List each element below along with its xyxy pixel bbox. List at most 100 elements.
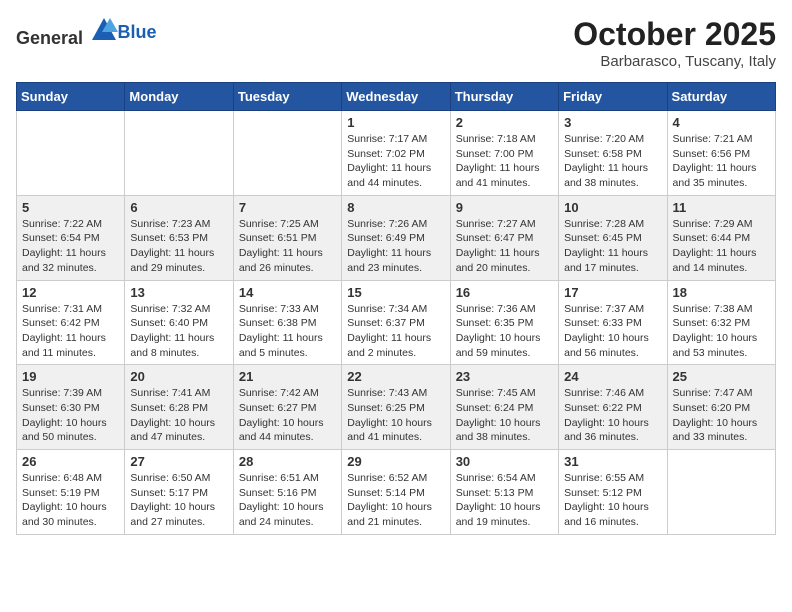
day-info: Sunrise: 6:50 AM Sunset: 5:17 PM Dayligh… xyxy=(130,471,227,530)
calendar-cell: 21 Sunrise: 7:42 AM Sunset: 6:27 PM Dayli… xyxy=(233,365,341,450)
day-info: Sunrise: 7:31 AM Sunset: 6:42 PM Dayligh… xyxy=(22,302,119,361)
day-info: Sunrise: 7:32 AM Sunset: 6:40 PM Dayligh… xyxy=(130,302,227,361)
calendar-cell: 14 Sunrise: 7:33 AM Sunset: 6:38 PM Dayli… xyxy=(233,280,341,365)
day-number: 24 xyxy=(564,369,661,384)
weekday-header: Friday xyxy=(559,83,667,111)
weekday-header: Wednesday xyxy=(342,83,450,111)
day-number: 9 xyxy=(456,200,553,215)
day-number: 23 xyxy=(456,369,553,384)
calendar-cell: 6Sunrise: 7:23 AM Sunset: 6:53 PM Daylig… xyxy=(125,195,233,280)
calendar-cell xyxy=(125,111,233,196)
title-block: October 2025 Barbarasco, Tuscany, Italy xyxy=(573,16,776,70)
calendar-cell: 16Sunrise: 7:36 AM Sunset: 6:35 PM Dayli… xyxy=(450,280,558,365)
day-info: Sunrise: 7:34 AM Sunset: 6:37 PM Dayligh… xyxy=(347,302,444,361)
location-title: Barbarasco, Tuscany, Italy xyxy=(573,53,776,70)
day-info: Sunrise: 6:48 AM Sunset: 5:19 PM Dayligh… xyxy=(22,471,119,530)
day-number: 28 xyxy=(239,454,336,469)
calendar-cell: 11 Sunrise: 7:29 AM Sunset: 6:44 PM Dayli… xyxy=(667,195,775,280)
logo: General Blue xyxy=(16,16,157,49)
calendar-cell xyxy=(233,111,341,196)
day-number: 5 xyxy=(22,200,119,215)
day-info: Sunrise: 7:29 AM Sunset: 6:44 PM Dayligh… xyxy=(673,217,770,276)
day-info: Sunrise: 6:51 AM Sunset: 5:16 PM Dayligh… xyxy=(239,471,336,530)
calendar-cell: 3 Sunrise: 7:20 AM Sunset: 6:58 PM Daylig… xyxy=(559,111,667,196)
day-number: 13 xyxy=(130,285,227,300)
calendar-cell: 15 Sunrise: 7:34 AM Sunset: 6:37 PM Dayli… xyxy=(342,280,450,365)
weekday-header: Monday xyxy=(125,83,233,111)
calendar-cell: 30 Sunrise: 6:54 AM Sunset: 5:13 PM Dayli… xyxy=(450,450,558,535)
calendar-week-row: 5Sunrise: 7:22 AM Sunset: 6:54 PM Daylig… xyxy=(17,195,776,280)
calendar-cell: 24 Sunrise: 7:46 AM Sunset: 6:22 PM Dayli… xyxy=(559,365,667,450)
day-info: Sunrise: 7:42 AM Sunset: 6:27 PM Dayligh… xyxy=(239,386,336,445)
calendar-cell: 8 Sunrise: 7:26 AM Sunset: 6:49 PM Daylig… xyxy=(342,195,450,280)
day-info: Sunrise: 7:28 AM Sunset: 6:45 PM Dayligh… xyxy=(564,217,661,276)
calendar-cell: 5Sunrise: 7:22 AM Sunset: 6:54 PM Daylig… xyxy=(17,195,125,280)
calendar-cell: 22Sunrise: 7:43 AM Sunset: 6:25 PM Dayli… xyxy=(342,365,450,450)
calendar-cell: 28 Sunrise: 6:51 AM Sunset: 5:16 PM Dayli… xyxy=(233,450,341,535)
calendar-cell: 31 Sunrise: 6:55 AM Sunset: 5:12 PM Dayli… xyxy=(559,450,667,535)
day-info: Sunrise: 7:39 AM Sunset: 6:30 PM Dayligh… xyxy=(22,386,119,445)
calendar-header-row: SundayMondayTuesdayWednesdayThursdayFrid… xyxy=(17,83,776,111)
day-info: Sunrise: 7:41 AM Sunset: 6:28 PM Dayligh… xyxy=(130,386,227,445)
day-number: 18 xyxy=(673,285,770,300)
calendar-cell: 29Sunrise: 6:52 AM Sunset: 5:14 PM Dayli… xyxy=(342,450,450,535)
day-info: Sunrise: 6:55 AM Sunset: 5:12 PM Dayligh… xyxy=(564,471,661,530)
day-number: 8 xyxy=(347,200,444,215)
logo-icon xyxy=(90,16,118,44)
calendar-week-row: 19Sunrise: 7:39 AM Sunset: 6:30 PM Dayli… xyxy=(17,365,776,450)
calendar-cell: 4Sunrise: 7:21 AM Sunset: 6:56 PM Daylig… xyxy=(667,111,775,196)
calendar-cell: 7 Sunrise: 7:25 AM Sunset: 6:51 PM Daylig… xyxy=(233,195,341,280)
day-info: Sunrise: 7:43 AM Sunset: 6:25 PM Dayligh… xyxy=(347,386,444,445)
day-number: 11 xyxy=(673,200,770,215)
calendar-cell: 13 Sunrise: 7:32 AM Sunset: 6:40 PM Dayli… xyxy=(125,280,233,365)
calendar-cell: 23 Sunrise: 7:45 AM Sunset: 6:24 PM Dayli… xyxy=(450,365,558,450)
day-info: Sunrise: 7:38 AM Sunset: 6:32 PM Dayligh… xyxy=(673,302,770,361)
day-number: 10 xyxy=(564,200,661,215)
calendar-cell: 12 Sunrise: 7:31 AM Sunset: 6:42 PM Dayli… xyxy=(17,280,125,365)
day-info: Sunrise: 7:25 AM Sunset: 6:51 PM Dayligh… xyxy=(239,217,336,276)
day-info: Sunrise: 7:20 AM Sunset: 6:58 PM Dayligh… xyxy=(564,132,661,191)
calendar-cell xyxy=(17,111,125,196)
month-title: October 2025 xyxy=(573,16,776,53)
calendar-week-row: 12 Sunrise: 7:31 AM Sunset: 6:42 PM Dayli… xyxy=(17,280,776,365)
calendar-cell: 18 Sunrise: 7:38 AM Sunset: 6:32 PM Dayli… xyxy=(667,280,775,365)
calendar-cell: 2Sunrise: 7:18 AM Sunset: 7:00 PM Daylig… xyxy=(450,111,558,196)
weekday-header: Thursday xyxy=(450,83,558,111)
day-number: 4 xyxy=(673,115,770,130)
page-header: General Blue October 2025 Barbarasco, Tu… xyxy=(16,16,776,70)
day-number: 15 xyxy=(347,285,444,300)
weekday-header: Sunday xyxy=(17,83,125,111)
day-number: 7 xyxy=(239,200,336,215)
calendar-cell: 1Sunrise: 7:17 AM Sunset: 7:02 PM Daylig… xyxy=(342,111,450,196)
calendar-cell: 27 Sunrise: 6:50 AM Sunset: 5:17 PM Dayli… xyxy=(125,450,233,535)
logo-blue: Blue xyxy=(118,22,157,43)
day-info: Sunrise: 7:36 AM Sunset: 6:35 PM Dayligh… xyxy=(456,302,553,361)
calendar-cell: 20 Sunrise: 7:41 AM Sunset: 6:28 PM Dayli… xyxy=(125,365,233,450)
day-info: Sunrise: 7:45 AM Sunset: 6:24 PM Dayligh… xyxy=(456,386,553,445)
logo-general: General xyxy=(16,28,83,48)
day-number: 21 xyxy=(239,369,336,384)
day-info: Sunrise: 6:54 AM Sunset: 5:13 PM Dayligh… xyxy=(456,471,553,530)
day-number: 31 xyxy=(564,454,661,469)
calendar-cell: 25Sunrise: 7:47 AM Sunset: 6:20 PM Dayli… xyxy=(667,365,775,450)
calendar-week-row: 26Sunrise: 6:48 AM Sunset: 5:19 PM Dayli… xyxy=(17,450,776,535)
day-info: Sunrise: 7:33 AM Sunset: 6:38 PM Dayligh… xyxy=(239,302,336,361)
calendar-cell: 10 Sunrise: 7:28 AM Sunset: 6:45 PM Dayli… xyxy=(559,195,667,280)
day-number: 17 xyxy=(564,285,661,300)
day-number: 20 xyxy=(130,369,227,384)
calendar-week-row: 1Sunrise: 7:17 AM Sunset: 7:02 PM Daylig… xyxy=(17,111,776,196)
calendar-cell: 17Sunrise: 7:37 AM Sunset: 6:33 PM Dayli… xyxy=(559,280,667,365)
day-info: Sunrise: 7:26 AM Sunset: 6:49 PM Dayligh… xyxy=(347,217,444,276)
day-info: Sunrise: 6:52 AM Sunset: 5:14 PM Dayligh… xyxy=(347,471,444,530)
day-info: Sunrise: 7:46 AM Sunset: 6:22 PM Dayligh… xyxy=(564,386,661,445)
day-number: 12 xyxy=(22,285,119,300)
day-number: 30 xyxy=(456,454,553,469)
day-info: Sunrise: 7:27 AM Sunset: 6:47 PM Dayligh… xyxy=(456,217,553,276)
day-number: 27 xyxy=(130,454,227,469)
day-number: 14 xyxy=(239,285,336,300)
calendar-cell: 9 Sunrise: 7:27 AM Sunset: 6:47 PM Daylig… xyxy=(450,195,558,280)
calendar-table: SundayMondayTuesdayWednesdayThursdayFrid… xyxy=(16,82,776,535)
day-number: 3 xyxy=(564,115,661,130)
day-info: Sunrise: 7:17 AM Sunset: 7:02 PM Dayligh… xyxy=(347,132,444,191)
calendar-cell: 26Sunrise: 6:48 AM Sunset: 5:19 PM Dayli… xyxy=(17,450,125,535)
